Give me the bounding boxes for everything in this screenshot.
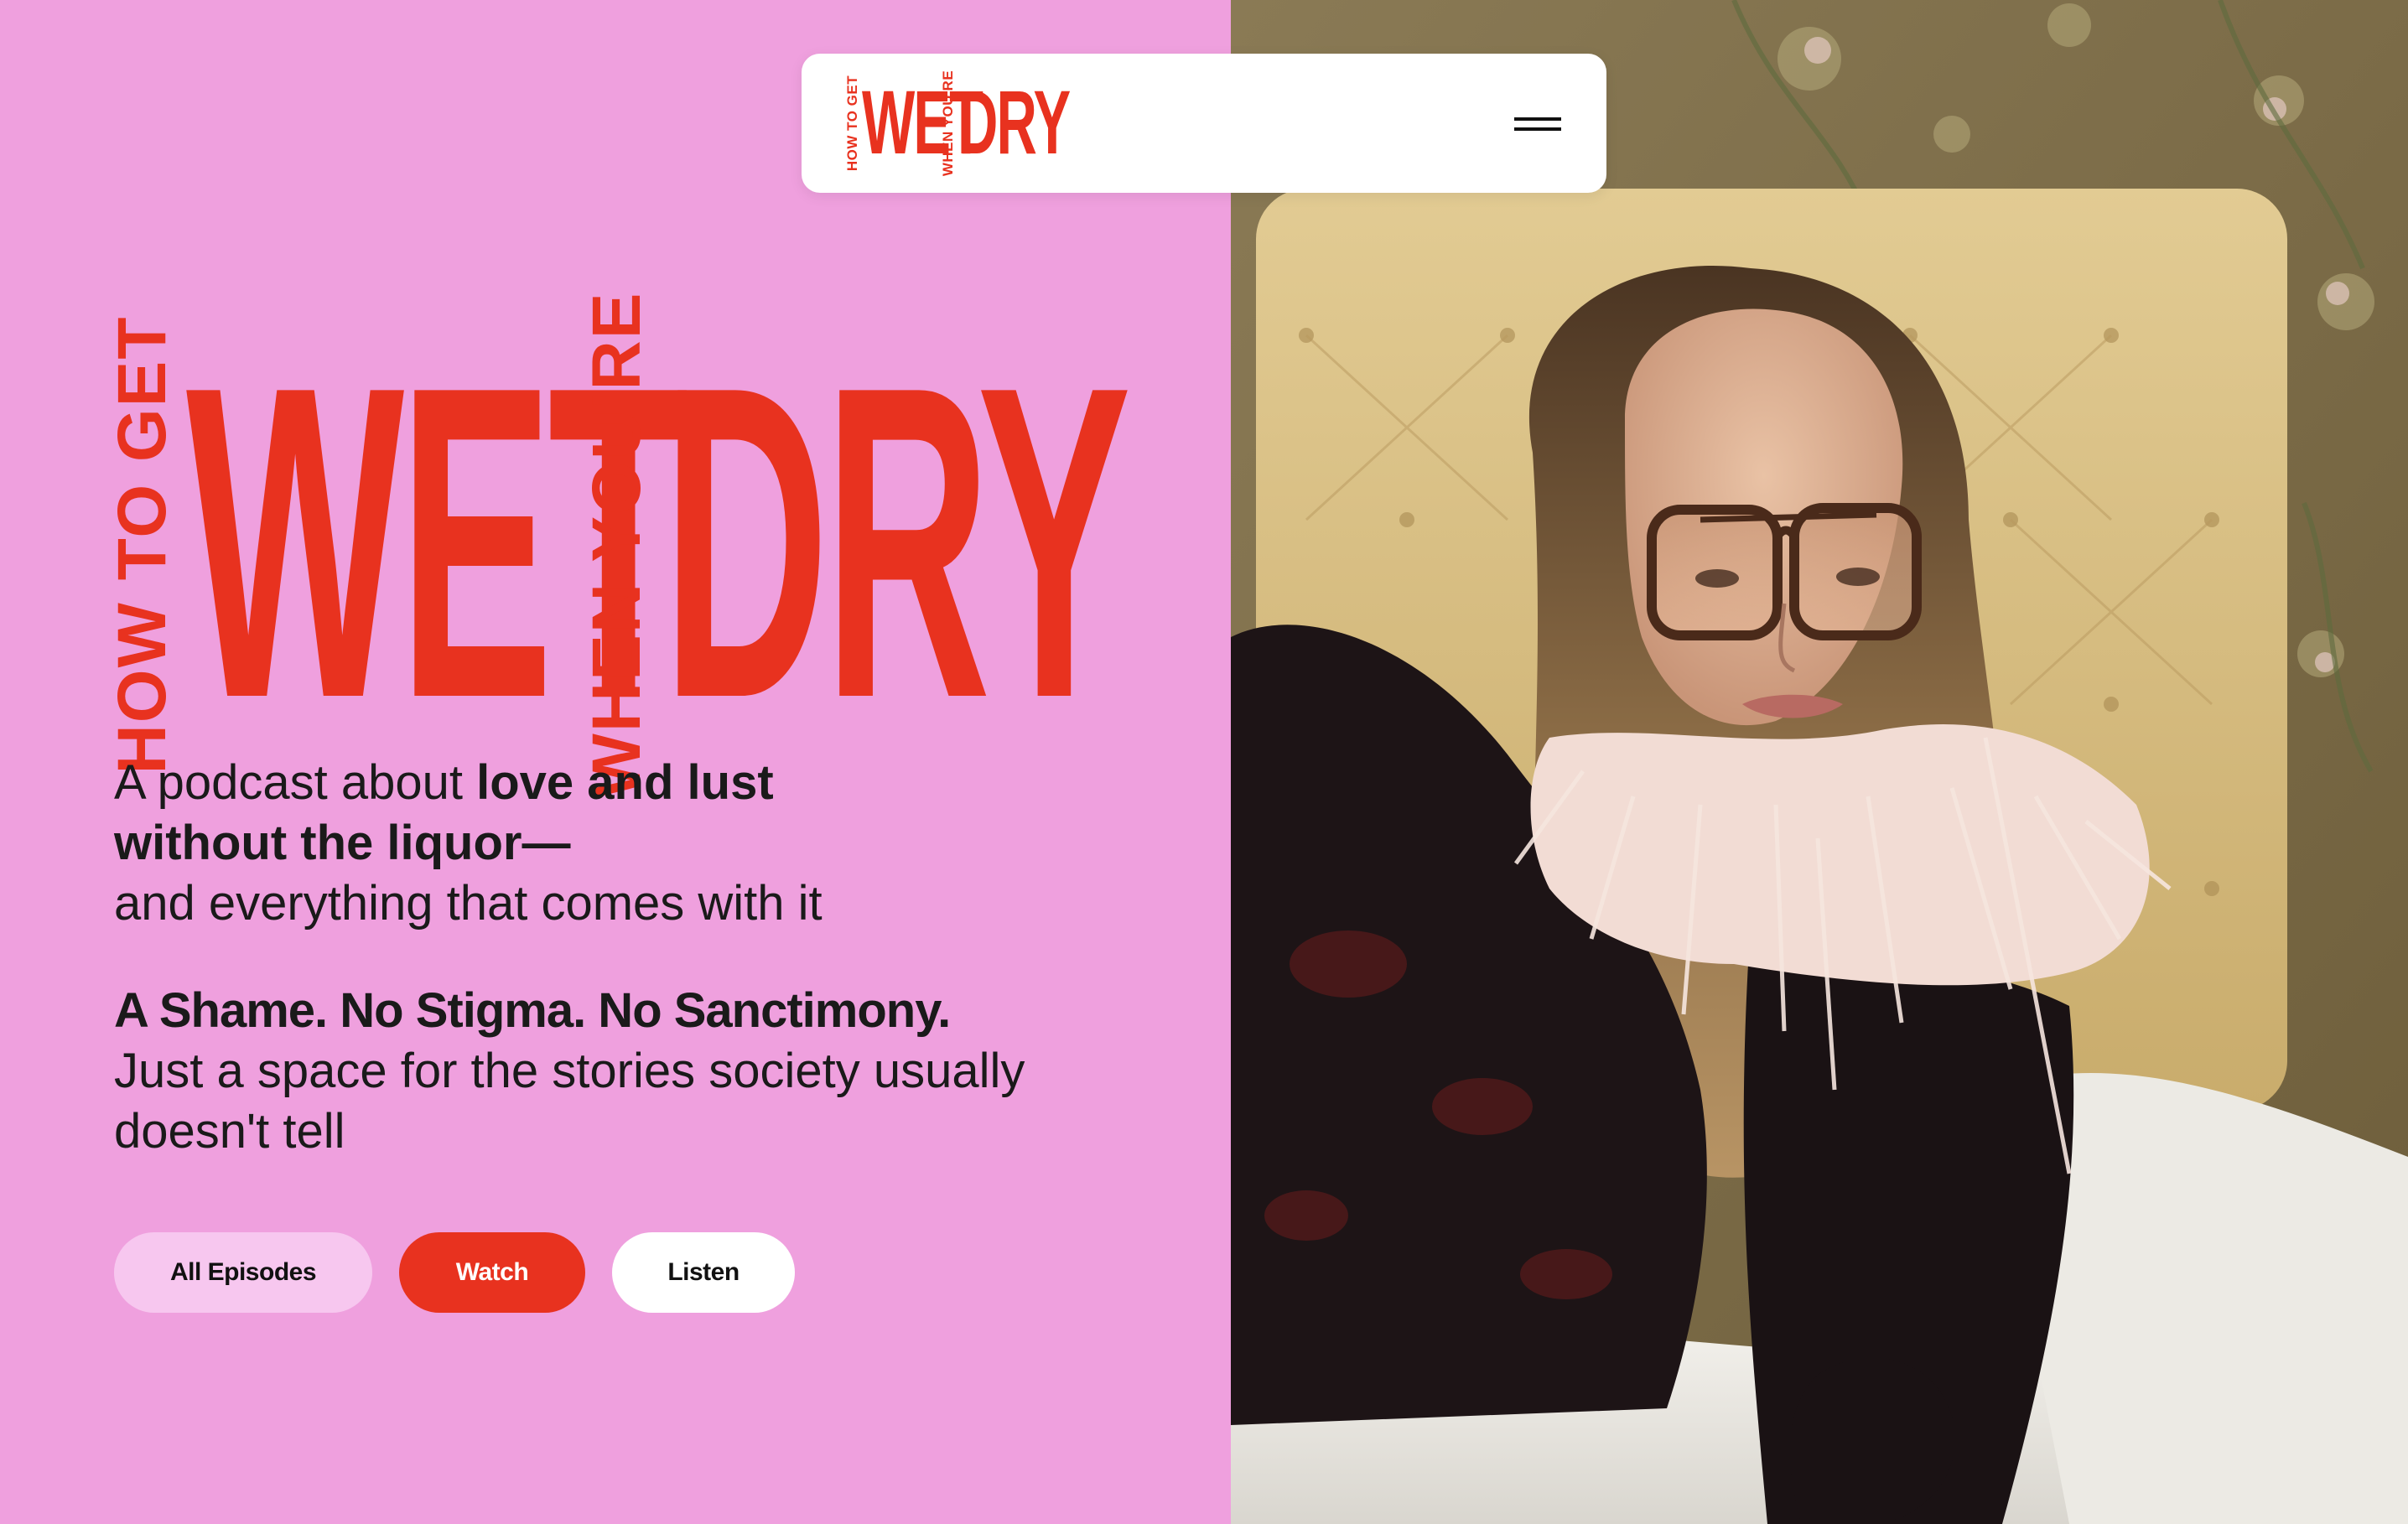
listen-button[interactable]: Listen — [612, 1232, 795, 1313]
all-episodes-button[interactable]: All Episodes — [114, 1232, 372, 1313]
hamburger-menu-icon[interactable] — [1511, 99, 1565, 146]
site-header: HOW TO GET WET WHEN YOU'RE DRY — [802, 54, 1606, 193]
hero-left-panel: HOW TO GET WET WHEN YOU'RE DRY A podcast… — [0, 0, 1231, 1524]
portrait-photo — [1231, 0, 2408, 1524]
header-logo-how-to-get: HOW TO GET — [844, 75, 860, 172]
portrait-illustration — [1231, 0, 2408, 1524]
header-logo-dry: DRY — [957, 71, 1071, 173]
hero-logo-dry: DRY — [662, 294, 1131, 791]
hero-logo-when-youre: WHEN YOU'RE — [579, 291, 655, 799]
header-logo-when-youre: WHEN YOU'RE — [940, 70, 956, 177]
hero-logo-how-to-get: HOW TO GET — [104, 315, 180, 775]
hero-logo: HOW TO GET WET WHEN YOU'RE DRY — [104, 291, 1131, 799]
hero-tagline: A podcast about love and lust without th… — [114, 755, 823, 930]
header-logo[interactable]: HOW TO GET WET WHEN YOU'RE DRY — [843, 70, 1095, 177]
watch-button[interactable]: Watch — [399, 1232, 585, 1313]
hero-manifesto: A Shame. No Stigma. No Sanctimony. Just … — [114, 983, 1025, 1159]
menu-bar-top — [1514, 117, 1561, 121]
menu-bar-bottom — [1514, 127, 1561, 131]
